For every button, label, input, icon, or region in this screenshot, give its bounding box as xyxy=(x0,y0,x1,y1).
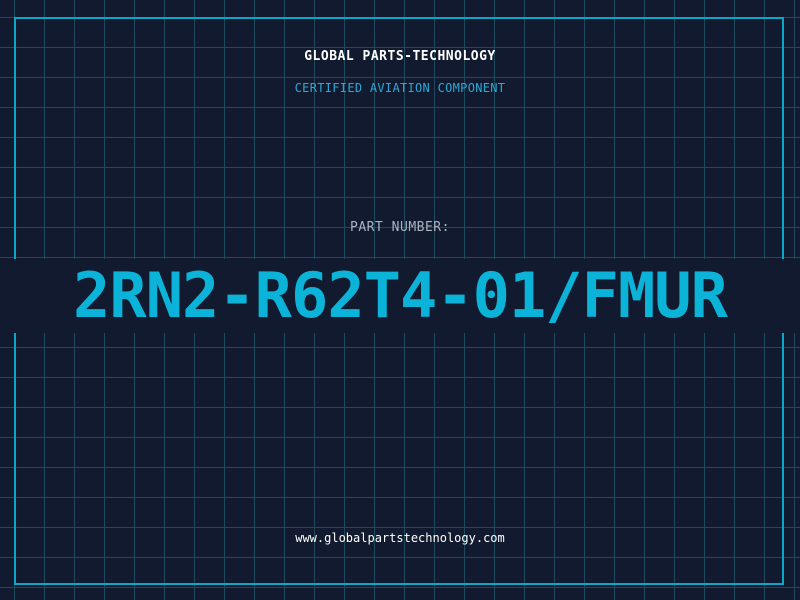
website-link[interactable]: www.globalpartstechnology.com xyxy=(0,531,800,545)
part-number-band: 2RN2-R62T4-01/FMUR xyxy=(0,259,800,333)
part-number-label: PART NUMBER: xyxy=(350,220,450,235)
company-name: GLOBAL PARTS-TECHNOLOGY xyxy=(304,49,496,64)
part-number-value: 2RN2-R62T4-01/FMUR xyxy=(73,259,728,332)
certificate-card: GLOBAL PARTS-TECHNOLOGY CERTIFIED AVIATI… xyxy=(0,0,800,600)
certification-tagline: CERTIFIED AVIATION COMPONENT xyxy=(294,81,506,95)
